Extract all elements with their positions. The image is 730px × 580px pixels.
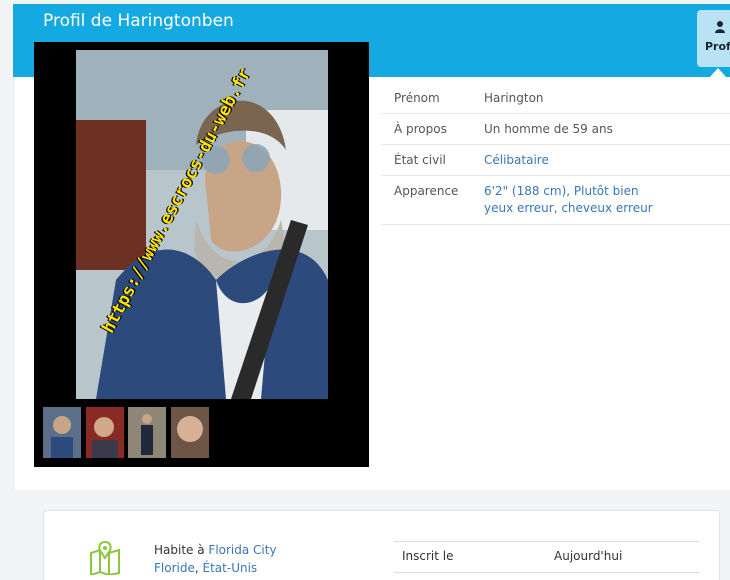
tab-profile[interactable]: Prof <box>697 10 730 67</box>
detail-label: État civil <box>394 153 446 167</box>
city-link[interactable]: Florida City <box>208 543 276 557</box>
table-divider <box>394 572 699 573</box>
detail-value: Un homme de 59 ans <box>484 122 613 136</box>
state-link[interactable]: Floride <box>154 561 195 575</box>
tab-profile-label: Prof <box>705 40 730 53</box>
page-title: Profil de Haringtonben <box>43 11 234 31</box>
lives-prefix: Habite à <box>154 543 205 557</box>
detail-row-firstname: Prénom Harington <box>381 82 730 114</box>
country-link[interactable]: État-Unis <box>203 561 258 575</box>
photo-gallery: https://www.escrocs-du-web.fr <box>34 42 369 467</box>
thumbnail-photo[interactable] <box>43 407 81 458</box>
appearance-link[interactable]: 6'2" (188 cm), Plutôt bien <box>484 183 639 200</box>
registration-label: Inscrit le <box>402 549 454 563</box>
appearance-link[interactable]: yeux erreur, cheveux erreur <box>484 200 653 217</box>
detail-label: Apparence <box>394 184 459 198</box>
detail-label: Prénom <box>394 91 440 105</box>
detail-row-status: État civil Célibataire <box>381 145 730 176</box>
detail-value: Harington <box>484 91 544 105</box>
location-separator: , <box>194 561 199 575</box>
location-text: Habite à Florida City Floride, État-Unis <box>154 541 277 577</box>
detail-label: À propos <box>394 122 447 136</box>
user-icon <box>715 21 725 36</box>
registration-value: Aujourd'hui <box>554 549 623 563</box>
tab-caret <box>710 68 726 77</box>
marital-status-link[interactable]: Célibataire <box>484 152 549 169</box>
main-profile-photo[interactable]: https://www.escrocs-du-web.fr <box>76 50 328 399</box>
thumbnail-photo[interactable] <box>128 407 166 458</box>
location-card: Habite à Florida City Floride, État-Unis… <box>43 510 720 580</box>
table-divider <box>394 541 699 542</box>
detail-row-about: À propos Un homme de 59 ans <box>381 114 730 145</box>
thumbnail-photo[interactable] <box>171 407 209 458</box>
thumbnail-photo[interactable] <box>86 407 124 458</box>
detail-row-appearance: Apparence 6'2" (188 cm), Plutôt bien yeu… <box>381 176 730 225</box>
map-icon <box>89 540 123 579</box>
